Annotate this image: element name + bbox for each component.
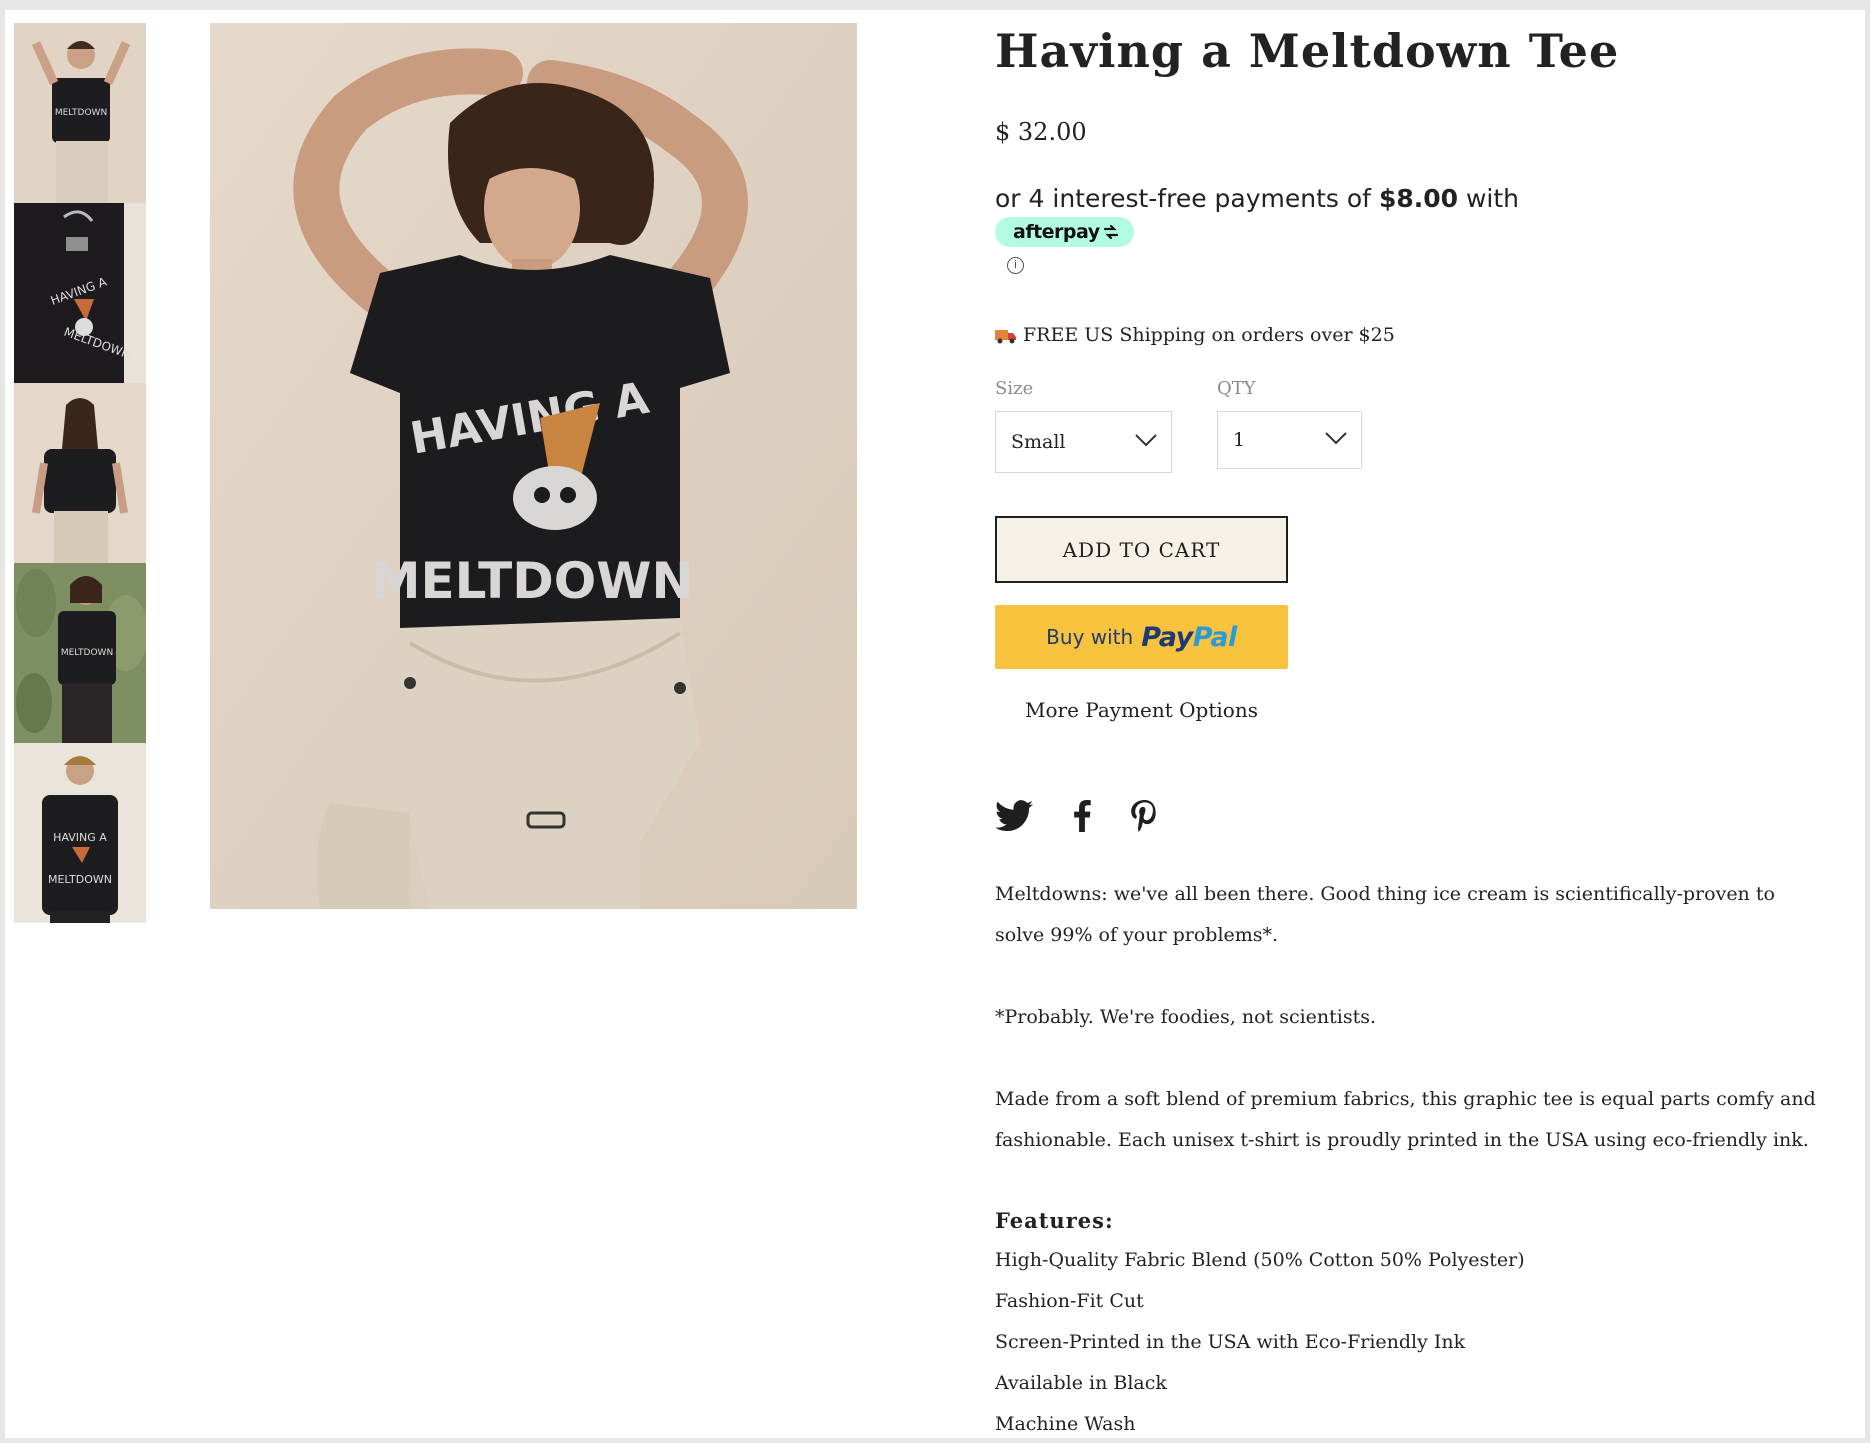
thumbnail-1[interactable]: MELTDOWN bbox=[14, 23, 146, 203]
thumbnail-3[interactable] bbox=[14, 383, 146, 563]
features-list: High-Quality Fabric Blend (50% Cotton 50… bbox=[995, 1240, 1825, 1438]
add-to-cart-button[interactable]: ADD TO CART bbox=[995, 516, 1288, 583]
chevron-down-icon bbox=[1135, 434, 1157, 447]
svg-text:MELTDOWN: MELTDOWN bbox=[48, 873, 112, 886]
size-label: Size bbox=[995, 378, 1034, 399]
feature-item: Fashion-Fit Cut bbox=[995, 1290, 1144, 1312]
afterpay-prefix: or 4 interest-free payments of bbox=[995, 184, 1379, 213]
feature-item: Machine Wash bbox=[995, 1413, 1136, 1435]
afterpay-arrows-icon bbox=[1103, 224, 1118, 240]
twitter-icon[interactable] bbox=[995, 800, 1033, 836]
feature-item: Available in Black bbox=[995, 1372, 1167, 1394]
qty-label: QTY bbox=[1217, 378, 1256, 399]
thumbnail-2[interactable]: HAVING A MELTDOWN bbox=[14, 203, 146, 383]
description-paragraph-3: Made from a soft blend of premium fabric… bbox=[995, 1088, 1816, 1151]
description-paragraph-1: Meltdowns: we've all been there. Good th… bbox=[995, 883, 1775, 946]
afterpay-message: or 4 interest-free payments of $8.00 wit… bbox=[995, 184, 1519, 213]
main-product-image[interactable]: HAVING A MELTDOWN bbox=[210, 23, 857, 909]
features-heading: Features: bbox=[995, 1208, 1114, 1233]
pinterest-icon[interactable] bbox=[1131, 800, 1157, 836]
svg-text:HAVING A: HAVING A bbox=[53, 831, 107, 844]
facebook-icon[interactable] bbox=[1071, 800, 1093, 836]
more-payment-options-link[interactable]: More Payment Options bbox=[995, 698, 1288, 722]
svg-text:MELTDOWN: MELTDOWN bbox=[55, 108, 107, 118]
afterpay-logo-text: afterpay bbox=[1013, 221, 1100, 243]
shipping-notice: FREE US Shipping on orders over $25 bbox=[995, 324, 1395, 346]
afterpay-suffix: with bbox=[1458, 184, 1520, 213]
afterpay-badge[interactable]: afterpay bbox=[995, 217, 1134, 247]
size-select-value: Small bbox=[1011, 431, 1066, 453]
social-share bbox=[995, 800, 1157, 836]
paypal-buy-label: Buy with bbox=[1046, 625, 1134, 649]
qty-select[interactable]: 1 bbox=[1217, 411, 1362, 469]
paypal-logo-pal: Pal bbox=[1192, 621, 1238, 653]
svg-text:MELTDOWN: MELTDOWN bbox=[371, 552, 694, 610]
product-page: MELTDOWN HAVING A MELTDOWN MELTDOWN HAVI… bbox=[5, 10, 1865, 1438]
feature-item: High-Quality Fabric Blend (50% Cotton 50… bbox=[995, 1249, 1525, 1271]
product-title: Having a Meltdown Tee bbox=[995, 24, 1620, 78]
truck-icon bbox=[995, 327, 1017, 344]
product-description: Meltdowns: we've all been there. Good th… bbox=[995, 874, 1825, 1438]
shipping-text: FREE US Shipping on orders over $25 bbox=[1023, 324, 1395, 346]
svg-text:MELTDOWN: MELTDOWN bbox=[61, 648, 113, 658]
description-paragraph-2: *Probably. We're foodies, not scientists… bbox=[995, 1006, 1377, 1028]
qty-select-value: 1 bbox=[1233, 429, 1246, 451]
afterpay-amount: $8.00 bbox=[1378, 184, 1459, 213]
chevron-down-icon bbox=[1325, 432, 1347, 445]
feature-item: Screen-Printed in the USA with Eco-Frien… bbox=[995, 1331, 1466, 1353]
thumbnail-4[interactable]: MELTDOWN bbox=[14, 563, 146, 743]
thumbnail-5[interactable]: HAVING A MELTDOWN bbox=[14, 743, 146, 923]
info-icon[interactable]: i bbox=[1007, 257, 1024, 274]
thumbnail-gallery: MELTDOWN HAVING A MELTDOWN MELTDOWN HAVI… bbox=[14, 23, 146, 923]
paypal-button[interactable]: Buy with PayPal bbox=[995, 605, 1288, 669]
product-price: $ 32.00 bbox=[995, 118, 1087, 146]
size-select[interactable]: Small bbox=[995, 411, 1172, 473]
paypal-logo: PayPal bbox=[1141, 622, 1237, 653]
paypal-logo-pay: Pay bbox=[1141, 621, 1193, 653]
